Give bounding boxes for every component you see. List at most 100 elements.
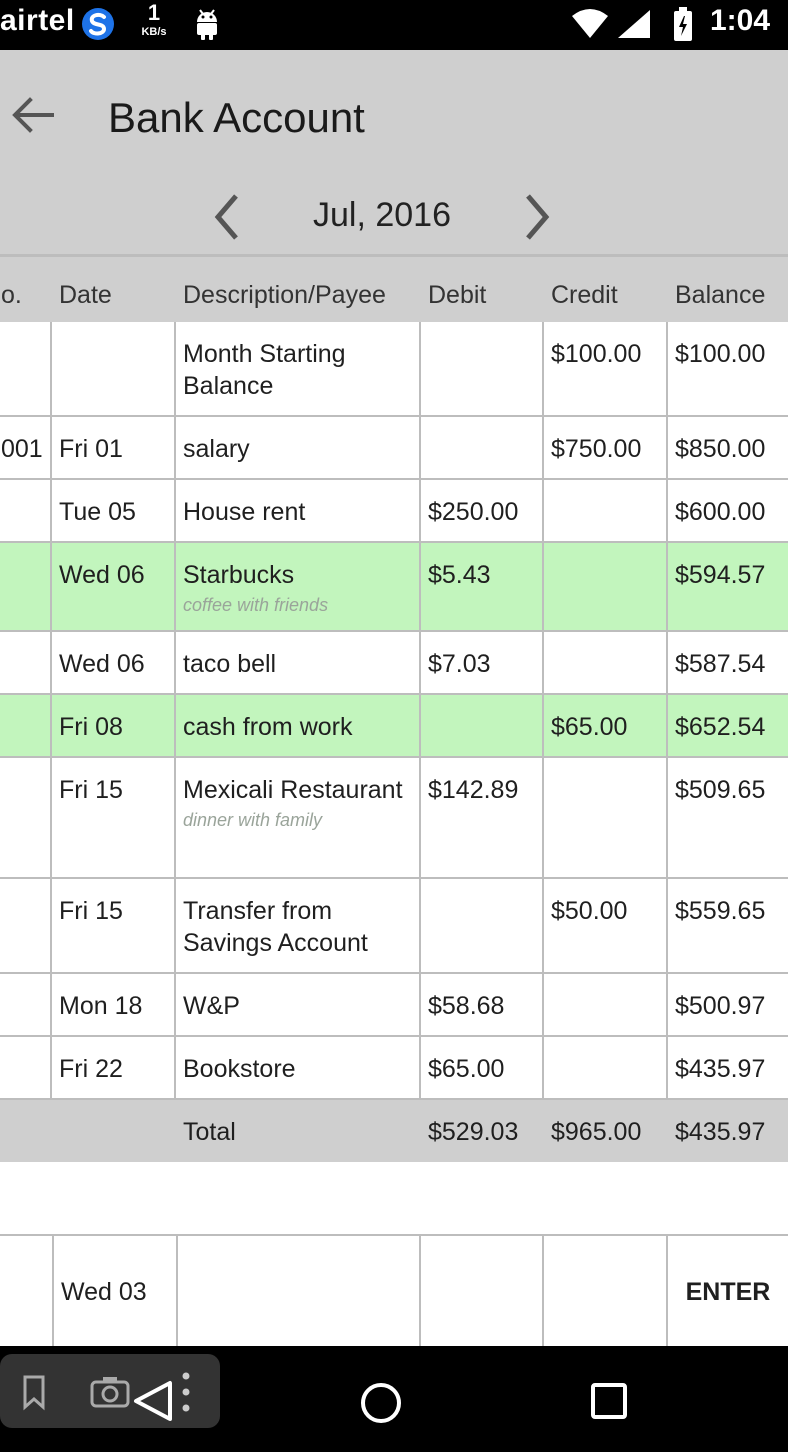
net-speed-unit: KB/s	[141, 26, 167, 38]
page-title: Bank Account	[108, 94, 365, 141]
row-debit	[421, 879, 544, 972]
row-date: Fri 22	[52, 1037, 176, 1098]
row-debit: $5.43	[421, 543, 544, 630]
table-row[interactable]: Fri 15 Transfer from Savings Account $50…	[0, 879, 788, 974]
row-balance: $652.54	[675, 713, 766, 741]
table-row[interactable]: Mon 18 W&P $58.68 $500.97	[0, 974, 788, 1037]
total-label: Total	[183, 1118, 236, 1146]
row-credit	[544, 543, 668, 630]
col-header-debit: Debit	[428, 281, 487, 309]
row-no	[0, 758, 52, 877]
row-no	[0, 879, 52, 972]
row-balance: $587.54	[675, 650, 766, 678]
floating-toolbar	[0, 1354, 220, 1428]
row-no	[0, 543, 52, 630]
row-no	[0, 480, 52, 541]
back-triangle-icon[interactable]	[130, 1378, 176, 1424]
row-balance: $600.00	[675, 498, 766, 526]
row-debit: $58.68	[421, 974, 544, 1035]
android-icon	[197, 9, 217, 40]
row-date: Fri 01	[52, 417, 176, 478]
row-date: Fri 08	[52, 695, 176, 756]
col-header-description: Description/Payee	[183, 281, 386, 309]
new-entry-row: Wed 03 ENTER	[0, 1234, 788, 1346]
row-date: Tue 05	[52, 480, 176, 541]
row-note: coffee with friends	[183, 595, 329, 615]
row-debit: $7.03	[421, 632, 544, 693]
row-date: Wed 06	[52, 632, 176, 693]
row-credit: $50.00	[544, 879, 668, 972]
entry-no-field[interactable]	[0, 1236, 54, 1346]
row-description: salary	[176, 417, 421, 478]
row-payee: House rent	[183, 498, 306, 526]
row-description: cash from work	[176, 695, 421, 756]
row-description: Month Starting Balance	[176, 322, 421, 415]
row-date: Fri 15	[52, 758, 176, 877]
row-description: Bookstore	[176, 1037, 421, 1098]
row-credit	[544, 974, 668, 1035]
total-credit: $965.00	[551, 1118, 642, 1146]
recents-square-icon[interactable]	[588, 1380, 630, 1422]
table-row[interactable]: Tue 05 House rent $250.00 $600.00	[0, 480, 788, 543]
battery-icon	[674, 7, 692, 41]
row-payee: W&P	[183, 992, 240, 1020]
table-row[interactable]: Fri 22 Bookstore $65.00 $435.97	[0, 1037, 788, 1100]
row-no: 001	[0, 417, 52, 478]
row-payee: Transfer from Savings Account	[183, 897, 368, 957]
row-payee: Month Starting Balance	[183, 340, 346, 400]
row-credit	[544, 758, 668, 877]
row-payee: salary	[183, 435, 250, 463]
row-no	[0, 1037, 52, 1098]
wifi-icon	[572, 9, 608, 38]
table-row[interactable]: Month Starting Balance $100.00 $100.00	[0, 322, 788, 417]
total-balance: $435.97	[675, 1118, 766, 1146]
row-debit: $142.89	[421, 758, 544, 877]
col-header-balance: Balance	[675, 281, 766, 309]
table-row[interactable]: Fri 15 Mexicali Restaurant dinner with f…	[0, 758, 788, 879]
row-balance: $559.65	[675, 897, 766, 925]
signal-icon	[618, 10, 650, 38]
entry-credit-field[interactable]	[544, 1236, 668, 1346]
row-no	[0, 322, 52, 415]
entry-debit-field[interactable]	[421, 1236, 544, 1346]
row-date: Mon 18	[52, 974, 176, 1035]
enter-button[interactable]: ENTER	[668, 1236, 788, 1346]
carrier-label: airtel	[0, 4, 75, 37]
row-payee: Mexicali Restaurant	[183, 776, 403, 804]
table-row[interactable]: Wed 06 Starbucks coffee with friends $5.…	[0, 543, 788, 632]
row-balance: $100.00	[675, 340, 766, 368]
row-balance: $594.57	[675, 561, 766, 589]
row-description: House rent	[176, 480, 421, 541]
row-debit: $65.00	[421, 1037, 544, 1098]
camera-icon[interactable]	[88, 1372, 132, 1412]
bookmark-icon[interactable]	[14, 1372, 54, 1412]
row-description: Mexicali Restaurant dinner with family	[176, 758, 421, 877]
row-credit: $100.00	[544, 322, 668, 415]
chevron-right-icon[interactable]	[518, 192, 558, 242]
row-description: Starbucks coffee with friends	[176, 543, 421, 630]
month-navigator: Jul, 2016	[0, 180, 788, 254]
table-header: o. Date Description/Payee Debit Credit B…	[0, 254, 788, 322]
table-row[interactable]: 001 Fri 01 salary $750.00 $850.00	[0, 417, 788, 480]
row-credit	[544, 632, 668, 693]
more-vert-icon[interactable]	[178, 1368, 194, 1416]
row-no	[0, 974, 52, 1035]
row-date: Fri 15	[52, 879, 176, 972]
row-payee: taco bell	[183, 650, 277, 678]
row-no	[0, 695, 52, 756]
row-balance: $500.97	[675, 992, 766, 1020]
row-credit	[544, 1037, 668, 1098]
s-logo-icon	[82, 8, 114, 40]
row-credit: $750.00	[544, 417, 668, 478]
row-debit	[421, 322, 544, 415]
table-row[interactable]: Wed 06 taco bell $7.03 $587.54	[0, 632, 788, 695]
entry-date-field[interactable]: Wed 03	[54, 1236, 178, 1346]
row-payee: Starbucks	[183, 561, 295, 589]
arrow-left-icon[interactable]	[8, 90, 58, 140]
entry-description-field[interactable]	[178, 1236, 421, 1346]
row-date	[52, 322, 176, 415]
home-circle-icon[interactable]	[358, 1380, 404, 1426]
total-row: Total $529.03 $965.00 $435.97	[0, 1100, 788, 1162]
net-speed: 1 KB/s	[134, 2, 174, 38]
table-row[interactable]: Fri 08 cash from work $65.00 $652.54	[0, 695, 788, 758]
